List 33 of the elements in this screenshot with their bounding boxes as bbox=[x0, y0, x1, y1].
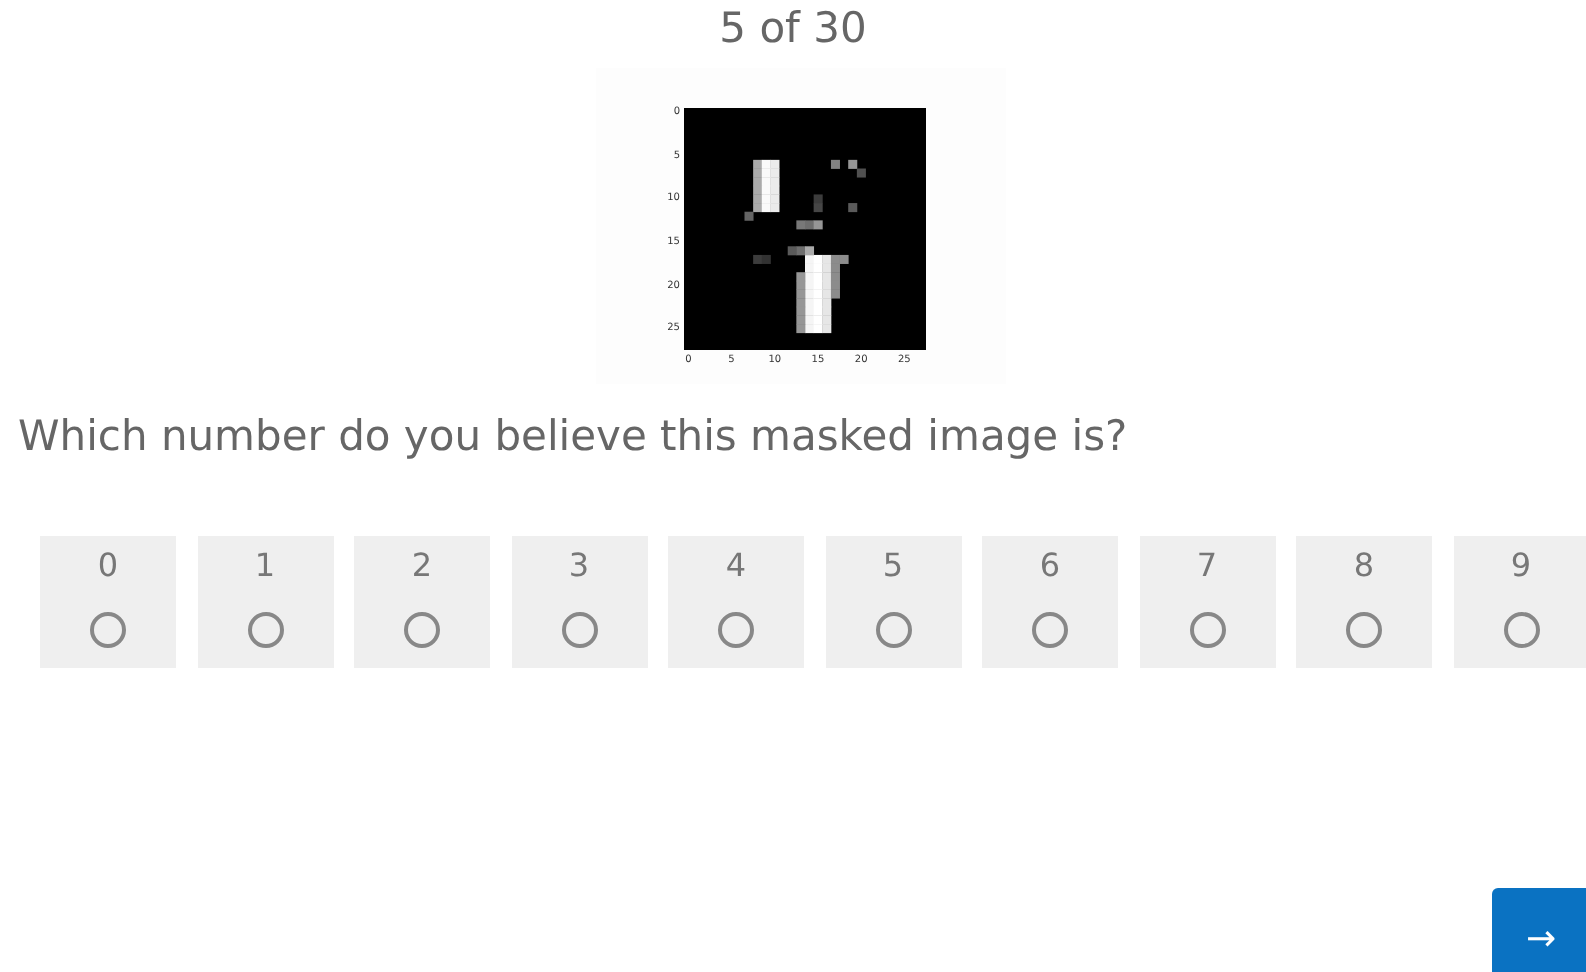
option-label: 6 bbox=[1039, 546, 1061, 586]
radio-button[interactable] bbox=[875, 612, 911, 648]
answer-option[interactable]: 1 bbox=[197, 536, 333, 668]
option-label: 9 bbox=[1510, 546, 1532, 586]
radio-button[interactable] bbox=[561, 612, 597, 648]
answer-option[interactable]: 5 bbox=[825, 536, 961, 668]
radio-button[interactable] bbox=[718, 612, 754, 648]
answer-option[interactable]: 7 bbox=[1139, 536, 1275, 668]
option-label: 3 bbox=[568, 546, 590, 586]
option-label: 4 bbox=[725, 546, 747, 586]
radio-button[interactable] bbox=[404, 612, 440, 648]
option-label: 1 bbox=[254, 546, 276, 586]
answer-option[interactable]: 0 bbox=[40, 536, 176, 668]
answer-option[interactable]: 4 bbox=[668, 536, 804, 668]
question-text: Which number do you believe this masked image is? bbox=[18, 412, 1130, 460]
radio-button[interactable] bbox=[1503, 612, 1539, 648]
radio-button[interactable] bbox=[247, 612, 283, 648]
answer-option[interactable]: 8 bbox=[1296, 536, 1432, 668]
answer-option[interactable]: 6 bbox=[982, 536, 1118, 668]
next-button[interactable]: → bbox=[1492, 888, 1586, 972]
option-label: 8 bbox=[1353, 546, 1375, 586]
option-label: 0 bbox=[97, 546, 119, 586]
radio-button[interactable] bbox=[1189, 612, 1225, 648]
radio-button[interactable] bbox=[1346, 612, 1382, 648]
option-label: 7 bbox=[1196, 546, 1218, 586]
answer-option[interactable]: 3 bbox=[511, 536, 647, 668]
radio-button[interactable] bbox=[1032, 612, 1068, 648]
radio-button[interactable] bbox=[90, 612, 126, 648]
answer-option[interactable]: 9 bbox=[1453, 536, 1586, 668]
progress-text: 5 of 30 bbox=[717, 2, 869, 56]
option-label: 2 bbox=[411, 546, 433, 586]
option-label: 5 bbox=[882, 546, 904, 586]
answer-option[interactable]: 2 bbox=[354, 536, 490, 668]
